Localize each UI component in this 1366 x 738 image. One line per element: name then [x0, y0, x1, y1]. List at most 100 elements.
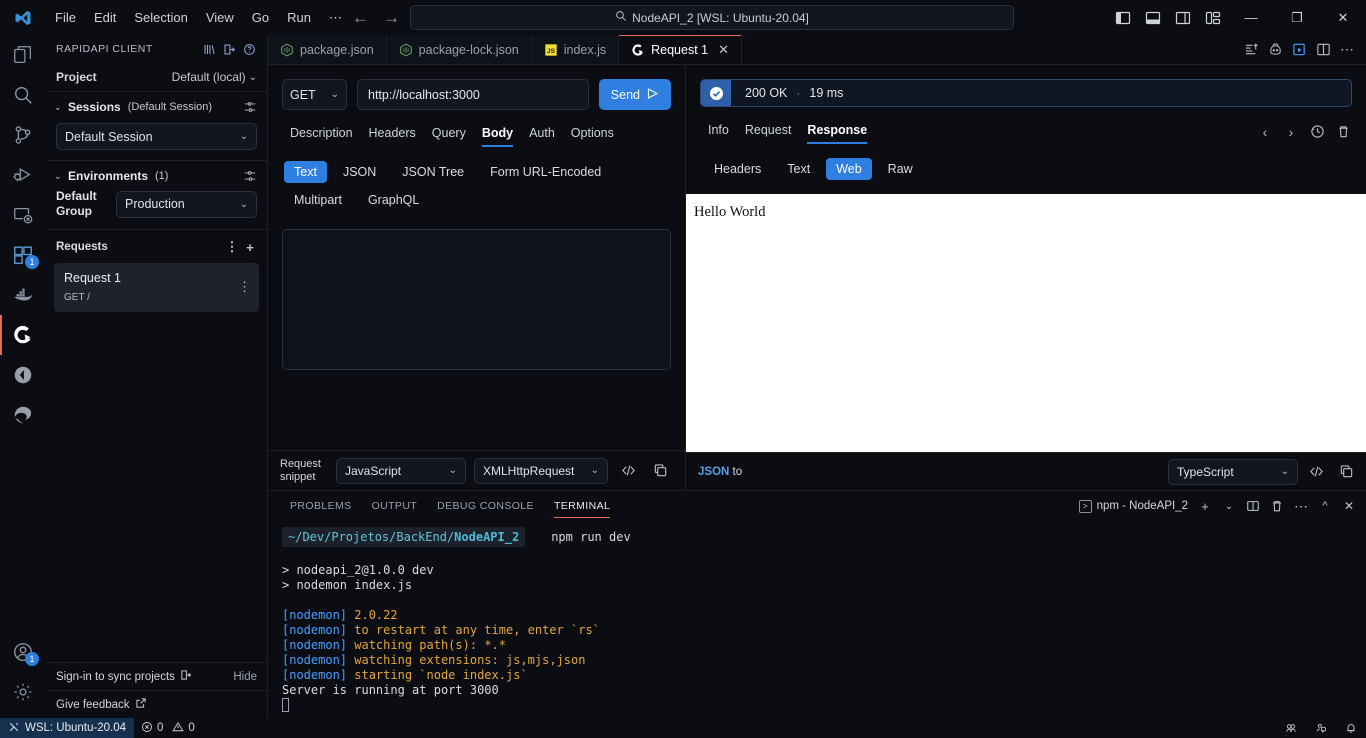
feedback-row[interactable]: Give feedback: [46, 690, 267, 718]
maximize-panel-icon[interactable]: ^: [1314, 493, 1336, 519]
sidebar-item-rapidapi-client[interactable]: [0, 315, 46, 355]
list-item[interactable]: Request 1 GET / ⋮: [54, 263, 259, 312]
tab-index-js[interactable]: JS index.js: [531, 35, 620, 64]
tab-problems[interactable]: PROBLEMS: [280, 491, 362, 521]
response-view-raw[interactable]: Raw: [878, 158, 923, 180]
accounts-button[interactable]: 1: [0, 632, 46, 672]
tab-package-lock-json[interactable]: package-lock.json: [386, 35, 532, 64]
sidebar-item-run-and-debug[interactable]: [0, 155, 46, 195]
chevron-down-icon[interactable]: ⌄: [54, 102, 64, 113]
toggle-secondary-sidebar-icon[interactable]: [1168, 10, 1198, 26]
run-preview-icon[interactable]: [1288, 35, 1310, 65]
body-type-form-url-encoded[interactable]: Form URL-Encoded: [480, 161, 611, 183]
tab-info[interactable]: Info: [700, 119, 737, 144]
tab-headers[interactable]: Headers: [361, 122, 424, 147]
response-view-web[interactable]: Web: [826, 158, 872, 180]
new-terminal-icon[interactable]: +: [1194, 493, 1216, 519]
feedback-icon[interactable]: [1306, 718, 1336, 738]
menu-bar[interactable]: File Edit Selection View Go Run ⋯: [46, 7, 351, 29]
sidebar-item-source-control[interactable]: [0, 115, 46, 155]
menu-file[interactable]: File: [46, 7, 85, 28]
live-share-icon[interactable]: [1276, 718, 1306, 738]
more-actions-icon[interactable]: ⋯: [1336, 35, 1358, 65]
collections-icon[interactable]: [199, 43, 219, 56]
terminal-instance-chip[interactable]: > npm - NodeAPI_2: [1075, 499, 1192, 513]
settings-gear-icon[interactable]: [0, 672, 46, 712]
chevron-down-icon[interactable]: ⌄: [54, 171, 64, 182]
window-maximize-button[interactable]: ❐: [1274, 0, 1320, 35]
kill-terminal-icon[interactable]: [1266, 493, 1288, 519]
sessions-header[interactable]: ⌄ Sessions (Default Session): [46, 98, 267, 116]
snippet-language-dropdown[interactable]: JavaScript ⌄: [336, 457, 466, 484]
tab-description[interactable]: Description: [282, 122, 361, 147]
session-dropdown[interactable]: Default Session ⌄: [56, 123, 257, 150]
toggle-primary-sidebar-icon[interactable]: [1108, 10, 1138, 26]
window-minimize-button[interactable]: —: [1228, 0, 1274, 35]
add-request-icon[interactable]: +: [241, 240, 259, 255]
response-view-headers[interactable]: Headers: [704, 158, 771, 180]
hide-button[interactable]: Hide: [233, 671, 257, 683]
tab-request[interactable]: Request: [737, 119, 800, 144]
body-type-json[interactable]: JSON: [333, 161, 386, 183]
environment-dropdown[interactable]: Production ⌄: [116, 190, 257, 218]
project-value[interactable]: Default (local) ⌄: [172, 70, 257, 84]
tab-debug-console[interactable]: DEBUG CONSOLE: [427, 491, 544, 521]
signin-row[interactable]: Sign-in to sync projects Hide: [46, 662, 267, 690]
status-problems[interactable]: 0 0: [134, 718, 202, 738]
menu-view[interactable]: View: [197, 7, 243, 28]
back-arrow-icon[interactable]: ←: [352, 9, 369, 26]
export-icon[interactable]: [219, 43, 239, 56]
chevron-down-icon[interactable]: ⌄: [1218, 493, 1240, 519]
sidebar-item-pieces[interactable]: [0, 355, 46, 395]
tab-auth[interactable]: Auth: [521, 122, 563, 147]
code-icon[interactable]: [616, 463, 640, 478]
chevron-right-icon[interactable]: ›: [1278, 124, 1304, 140]
request-more-icon[interactable]: ⋮: [238, 279, 251, 295]
forward-arrow-icon[interactable]: →: [383, 9, 400, 26]
converter-language-dropdown[interactable]: TypeScript ⌄: [1168, 458, 1298, 485]
tab-options[interactable]: Options: [563, 122, 622, 147]
split-editor-icon[interactable]: [1312, 35, 1334, 65]
environments-settings-icon[interactable]: [243, 169, 257, 183]
chevron-left-icon[interactable]: ‹: [1252, 124, 1278, 140]
toggle-panel-icon[interactable]: [1138, 10, 1168, 26]
url-input[interactable]: http://localhost:3000: [357, 79, 589, 110]
bell-icon[interactable]: [1336, 718, 1366, 738]
copilot-icon[interactable]: [1264, 35, 1286, 65]
history-icon[interactable]: [1304, 124, 1330, 139]
tab-body[interactable]: Body: [474, 122, 521, 147]
body-editor-textarea[interactable]: [282, 229, 671, 370]
copy-icon[interactable]: [648, 463, 672, 478]
trash-icon[interactable]: [1330, 124, 1356, 139]
menu-more[interactable]: ⋯: [320, 7, 351, 29]
sidebar-item-docker[interactable]: [0, 275, 46, 315]
tab-output[interactable]: OUTPUT: [362, 491, 428, 521]
body-type-json-tree[interactable]: JSON Tree: [392, 161, 474, 183]
code-icon[interactable]: [1304, 464, 1328, 479]
copy-icon[interactable]: [1334, 464, 1358, 479]
tab-request-1[interactable]: Request 1 ✕: [619, 35, 743, 64]
snippet-client-dropdown[interactable]: XMLHttpRequest ⌄: [474, 457, 608, 484]
response-view-text[interactable]: Text: [777, 158, 820, 180]
body-type-text[interactable]: Text: [284, 161, 327, 183]
sidebar-item-search[interactable]: [0, 75, 46, 115]
tab-query[interactable]: Query: [424, 122, 474, 147]
window-close-button[interactable]: ✕: [1320, 0, 1366, 35]
split-terminal-icon[interactable]: [1242, 493, 1264, 519]
tab-terminal[interactable]: TERMINAL: [544, 491, 620, 521]
more-actions-icon[interactable]: ⋯: [1290, 493, 1312, 519]
http-method-dropdown[interactable]: GET ⌄: [282, 79, 347, 110]
menu-edit[interactable]: Edit: [85, 7, 125, 28]
sidebar-item-explorer[interactable]: [0, 35, 46, 75]
sidebar-item-extensions[interactable]: 1: [0, 235, 46, 275]
close-panel-icon[interactable]: ✕: [1338, 493, 1360, 519]
customize-layout-icon[interactable]: [1198, 10, 1228, 26]
terminal-output[interactable]: ~/Dev/Projetos/BackEnd/NodeAPI_2 npm run…: [268, 521, 1366, 718]
sessions-settings-icon[interactable]: [243, 100, 257, 114]
requests-more-icon[interactable]: ⋮: [223, 239, 241, 255]
close-icon[interactable]: ✕: [718, 42, 729, 58]
help-icon[interactable]: [239, 43, 259, 56]
menu-selection[interactable]: Selection: [125, 7, 196, 28]
tab-response[interactable]: Response: [799, 119, 875, 144]
status-remote-indicator[interactable]: WSL: Ubuntu-20.04: [0, 718, 135, 738]
